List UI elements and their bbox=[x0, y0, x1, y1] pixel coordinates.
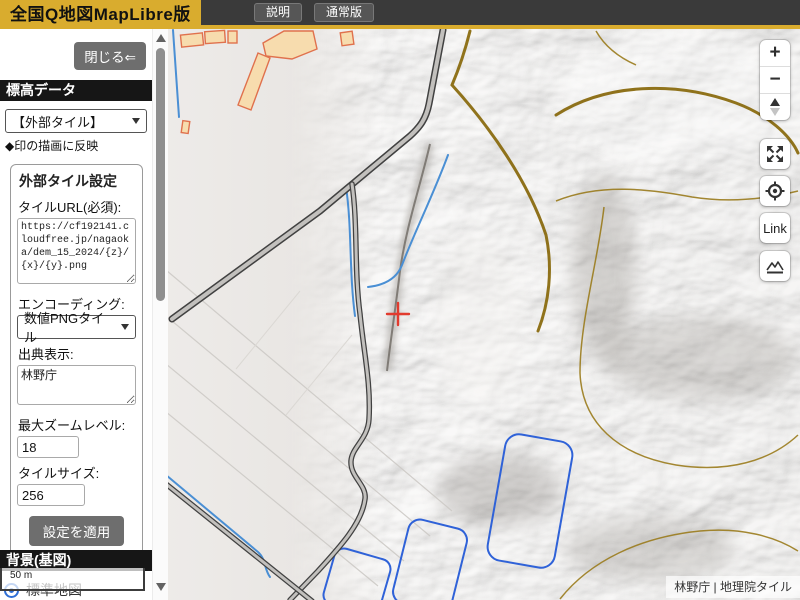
section-header-elevation: 標高データ bbox=[0, 80, 152, 101]
sidebar-scrollbar[interactable] bbox=[152, 29, 168, 600]
tile-settings-title: 外部タイル設定 bbox=[19, 171, 136, 191]
scroll-up-icon[interactable] bbox=[156, 34, 166, 42]
zoom-control-group: + − bbox=[760, 40, 790, 120]
scrollbar-thumb[interactable] bbox=[156, 48, 165, 301]
source-label: 出典表示: bbox=[18, 344, 136, 363]
app-header: 全国Q地図MapLibre版 説明 通常版 bbox=[0, 0, 800, 29]
normal-version-button[interactable]: 通常版 bbox=[314, 3, 374, 22]
zoom-in-button[interactable]: + bbox=[760, 40, 790, 66]
terrain-icon bbox=[765, 256, 785, 276]
tile-size-input[interactable] bbox=[17, 484, 85, 506]
elevation-source-select[interactable]: 【外部タイル】 bbox=[5, 109, 147, 133]
tile-settings-group: 外部タイル設定 タイルURL(必須): https://cf192141.clo… bbox=[10, 164, 143, 557]
title-block: 全国Q地図MapLibre版 bbox=[0, 0, 201, 25]
tile-url-textarea[interactable]: https://cf192141.cloudfree.jp/nagaoka/de… bbox=[17, 218, 136, 284]
sidebar: 閉じる⇐ 標高データ 【外部タイル】 ◆印の描画に反映 外部タイル設定 タイルU… bbox=[0, 29, 168, 600]
tile-size-label: タイルサイズ: bbox=[18, 463, 136, 482]
encoding-value: 数値PNGタイル bbox=[24, 308, 117, 346]
zoom-out-button[interactable]: − bbox=[760, 66, 790, 93]
chevron-down-icon bbox=[121, 324, 129, 330]
fullscreen-icon bbox=[765, 144, 785, 164]
elevation-note: ◆印の描画に反映 bbox=[5, 137, 147, 154]
pitch-up-icon bbox=[770, 98, 780, 106]
pitch-down-icon bbox=[770, 108, 780, 116]
map-attribution: 林野庁 | 地理院タイル bbox=[666, 576, 800, 598]
max-zoom-input[interactable] bbox=[17, 436, 79, 458]
close-sidebar-button[interactable]: 閉じる⇐ bbox=[74, 42, 146, 70]
max-zoom-label: 最大ズームレベル: bbox=[18, 415, 136, 434]
link-button-label: Link bbox=[763, 221, 787, 236]
plus-icon: + bbox=[769, 42, 780, 64]
geolocate-icon bbox=[765, 181, 785, 201]
tile-url-label: タイルURL(必須): bbox=[18, 197, 136, 216]
encoding-select[interactable]: 数値PNGタイル bbox=[17, 315, 136, 339]
elevation-source-value: 【外部タイル】 bbox=[12, 112, 103, 131]
pitch-toggle-button[interactable] bbox=[760, 93, 790, 120]
page-title: 全国Q地図MapLibre版 bbox=[10, 0, 191, 25]
terrain-button[interactable] bbox=[760, 251, 790, 281]
source-textarea[interactable]: 林野庁 bbox=[17, 365, 136, 405]
minus-icon: − bbox=[769, 69, 780, 91]
chevron-down-icon bbox=[132, 118, 140, 124]
scroll-down-icon[interactable] bbox=[156, 583, 166, 591]
link-button[interactable]: Link bbox=[760, 213, 790, 243]
geolocate-button[interactable] bbox=[760, 176, 790, 206]
fullscreen-button[interactable] bbox=[760, 139, 790, 169]
apply-settings-button[interactable]: 設定を適用 bbox=[29, 516, 125, 546]
scale-text: 50 m bbox=[10, 570, 32, 581]
help-button[interactable]: 説明 bbox=[254, 3, 302, 22]
scale-bar: 50 m bbox=[0, 568, 145, 591]
